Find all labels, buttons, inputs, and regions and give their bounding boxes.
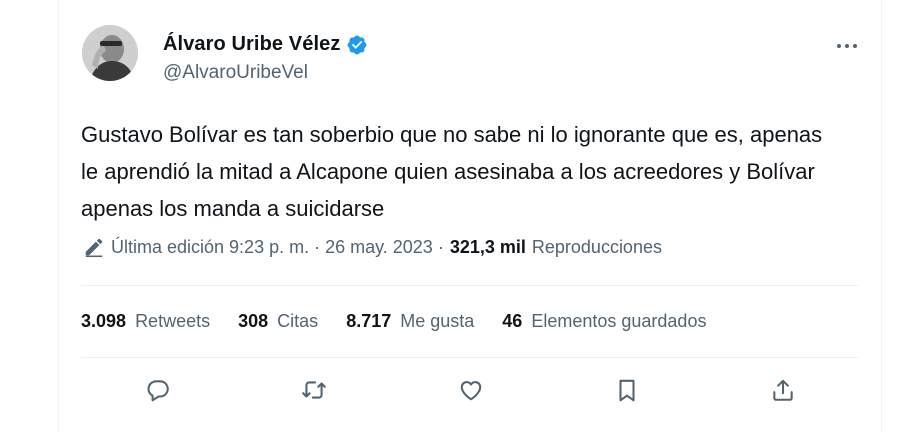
retweets-count: 3.098 xyxy=(81,311,127,331)
retweets-stat[interactable]: 3.098 Retweets xyxy=(81,311,210,332)
tweet-card: Álvaro Uribe Vélez @AlvaroUribeVel Gusta… xyxy=(58,0,882,432)
bookmarks-count: 46 xyxy=(502,311,523,331)
share-icon xyxy=(773,379,793,401)
retweet-icon xyxy=(302,381,326,399)
likes-count: 8.717 xyxy=(346,311,392,331)
bookmarks-stat[interactable]: 46 Elementos guardados xyxy=(502,311,706,332)
author-name[interactable]: Álvaro Uribe Vélez xyxy=(163,33,340,56)
more-button[interactable] xyxy=(831,30,863,62)
quotes-count: 308 xyxy=(238,311,269,331)
edit-pencil-icon xyxy=(85,238,103,258)
views-label: Reproducciones xyxy=(531,236,662,257)
author-handle[interactable]: @AlvaroUribeVel xyxy=(163,62,308,84)
avatar-image xyxy=(82,25,138,81)
retweet-button[interactable] xyxy=(294,370,334,410)
verified-badge-icon xyxy=(348,35,367,54)
views-count: 321,3 mil xyxy=(449,236,526,257)
bookmark-button[interactable] xyxy=(607,370,647,410)
share-button[interactable] xyxy=(763,370,803,410)
divider xyxy=(81,357,859,358)
bookmarks-label: Elementos guardados xyxy=(531,311,707,331)
action-bar xyxy=(59,370,881,410)
avatar[interactable] xyxy=(82,25,138,81)
bookmark-icon xyxy=(619,379,635,402)
retweets-label: Retweets xyxy=(135,311,211,331)
tweet-text: Gustavo Bolívar es tan soberbio que no s… xyxy=(81,122,823,221)
quotes-label: Citas xyxy=(277,311,319,331)
author-row: Álvaro Uribe Vélez xyxy=(163,33,368,56)
divider xyxy=(81,285,859,286)
like-button[interactable] xyxy=(451,370,491,410)
engagement-stats: 3.098 Retweets 308 Citas 8.717 Me gusta … xyxy=(81,311,734,332)
more-icon xyxy=(837,44,857,48)
edited-timestamp[interactable]: Última edición 9:23 p. m. · 26 may. 2023… xyxy=(111,237,444,258)
quotes-stat[interactable]: 308 Citas xyxy=(238,311,318,332)
reply-button[interactable] xyxy=(138,370,178,410)
likes-label: Me gusta xyxy=(400,311,475,331)
likes-stat[interactable]: 8.717 Me gusta xyxy=(346,311,474,332)
like-icon xyxy=(460,381,482,401)
reply-icon xyxy=(147,380,169,402)
tweet-meta: Última edición 9:23 p. m. · 26 may. 2023… xyxy=(83,236,662,258)
